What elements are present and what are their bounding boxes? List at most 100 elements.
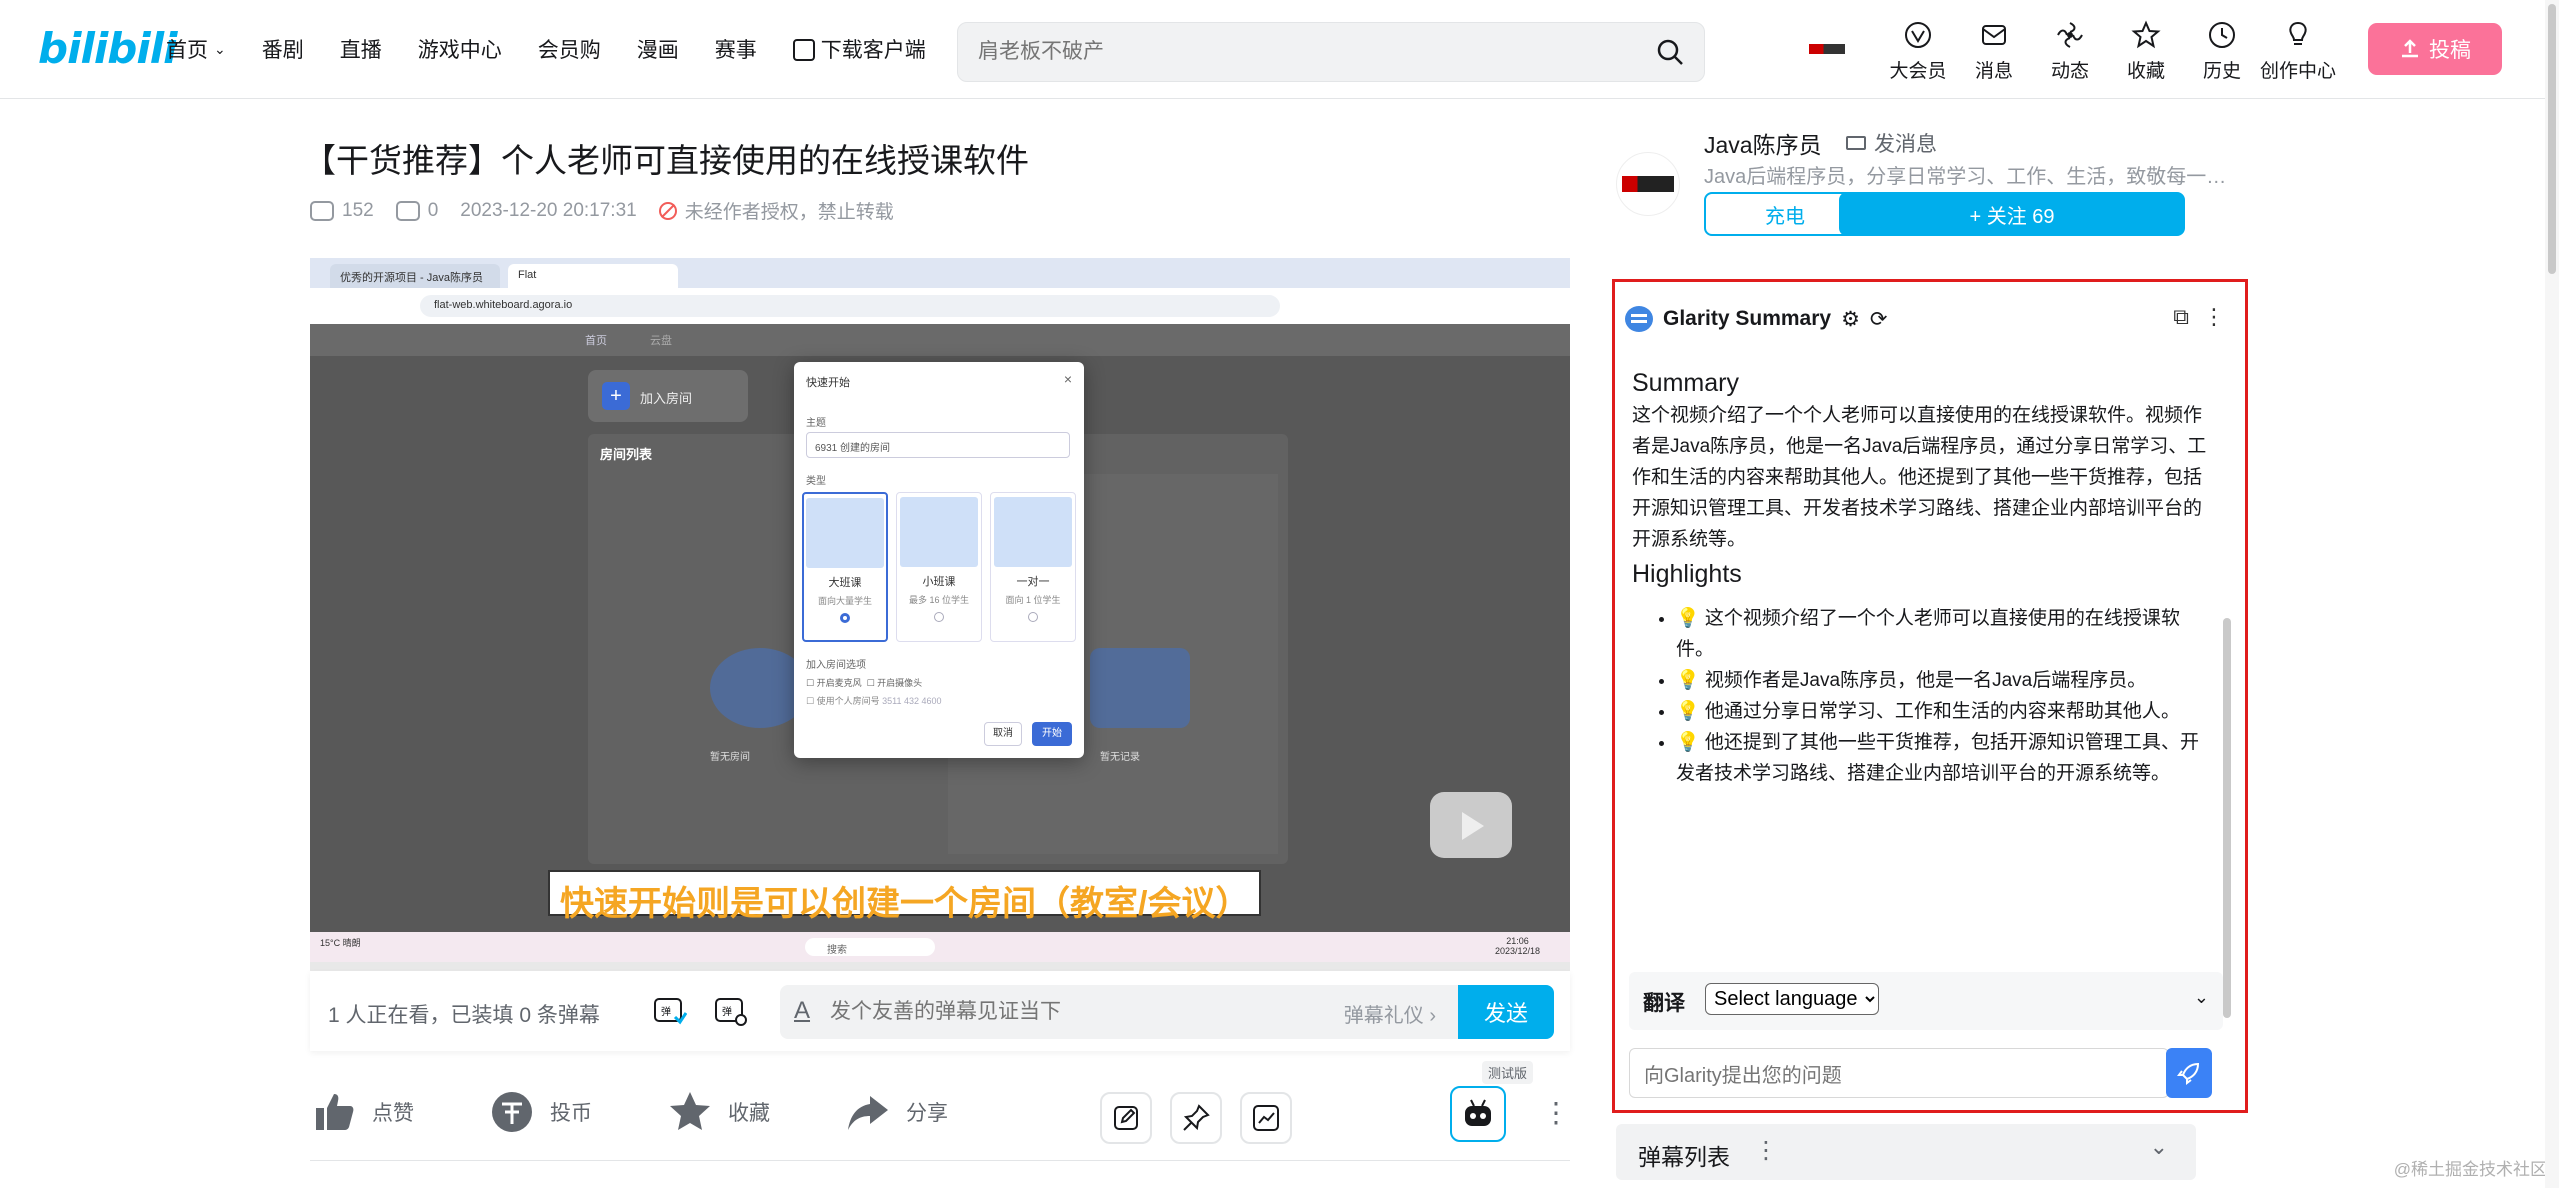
glarity-send-button[interactable] [2166, 1048, 2212, 1098]
glarity-scrollbar[interactable] [2223, 618, 2231, 1018]
radio-icon [934, 612, 944, 622]
watermark: @稀土掘金技术社区 [2393, 1160, 2547, 1179]
gear-icon[interactable]: ⚙ [1841, 307, 1860, 332]
highlight-item: 💡 视频作者是Java陈序员，他是一名Java后端程序员。 [1676, 665, 2212, 696]
header-vip[interactable]: 大会员 [1880, 20, 1956, 83]
header-vip-label: 大会员 [1889, 61, 1947, 82]
share-button[interactable]: 分享 [844, 1088, 948, 1136]
recorded-url: flat-web.whiteboard.agora.io [420, 295, 1280, 317]
uploader-name[interactable]: Java陈序员 [1704, 126, 1822, 160]
clock-time: 21:06 [1506, 936, 1529, 946]
nav-esports[interactable]: 赛事 [715, 34, 757, 64]
danmaku-count-icon [395, 200, 420, 221]
nav-chevron-icon[interactable]: ⌄ [214, 41, 226, 58]
recorded-empty-history: 暂无记录 [1100, 752, 1140, 763]
danmaku-toggle-icon[interactable]: 弹 [653, 995, 687, 1027]
download-label: 下载客户端 [820, 39, 926, 62]
clock-date: 2023/12/18 [1494, 946, 1540, 956]
like-button[interactable]: 点赞 [310, 1088, 414, 1136]
chevron-down-icon[interactable]: ⌄ [2194, 987, 2209, 1008]
video-frame: 优秀的开源项目 - Java陈序员 Flat flat-web.whiteboa… [310, 258, 1570, 971]
video-progress-bar[interactable] [310, 962, 1570, 971]
nav-game-center[interactable]: 游戏中心 [418, 34, 502, 64]
glarity-more-icon[interactable]: ⋮ [2203, 304, 2225, 330]
top-header: bilibili 首页 ⌄ 番剧 直播 游戏中心 会员购 漫画 赛事 下载客户端… [0, 0, 2559, 98]
dialog-topic-input: 6931 创建的房间 [806, 432, 1070, 458]
danmaku-settings-icon[interactable]: 弹 [714, 995, 748, 1027]
stats-button[interactable] [1240, 1092, 1292, 1144]
danmaku-list-header[interactable]: 弹幕列表 ⋮ ⌄ [1616, 1124, 2196, 1180]
user-avatar[interactable] [1806, 34, 1848, 64]
recorded-address-bar: flat-web.whiteboard.agora.io [310, 288, 1570, 324]
nav-manga[interactable]: 漫画 [637, 34, 679, 64]
recorded-add-room-label: 加入房间 [640, 391, 693, 406]
header-message[interactable]: 消息 [1956, 20, 2032, 83]
nav-anime[interactable]: 番剧 [262, 34, 304, 64]
dialog-checkboxes: ☐ 开启麦克风 ☐ 开启摄像头 [806, 678, 923, 688]
radio-icon [1028, 612, 1038, 622]
pin-icon [1183, 1104, 1210, 1131]
search-icon[interactable] [1656, 38, 1684, 66]
nav-live[interactable]: 直播 [340, 34, 382, 64]
search-input[interactable] [978, 37, 1618, 67]
option-name: 小班课 [922, 576, 956, 588]
danmaku-list-more-icon[interactable]: ⋮ [1754, 1136, 1778, 1165]
header-history[interactable]: 历史 [2184, 20, 2260, 83]
coin-button[interactable]: 投币 [488, 1088, 592, 1136]
video-subtitle: 快速开始则是可以创建一个房间（教室/会议） [548, 870, 1262, 923]
send-message-link[interactable]: 发消息 [1846, 128, 1937, 158]
glarity-tools: ⧉ ⋮ [2173, 304, 2225, 330]
trend-chart-icon [1253, 1105, 1279, 1131]
header-creator[interactable]: 创作中心 [2260, 20, 2336, 83]
download-icon [792, 39, 815, 61]
taskbar-clock: 21:06 2023/12/18 [1495, 936, 1540, 956]
bilibili-logo[interactable]: bilibili [38, 24, 178, 73]
text-style-icon[interactable]: A [794, 997, 810, 1025]
video-meta: 152 0 2023-12-20 20:17:31 未经作者授权，禁止转载 [310, 197, 894, 224]
weather-widget: 15°C 晴朗 [320, 938, 361, 948]
page-scrollbar[interactable] [2545, 0, 2559, 1188]
header-dynamic[interactable]: 动态 [2032, 20, 2108, 83]
translate-label: 翻译 [1643, 992, 1685, 1015]
rocket-icon [2177, 1062, 2200, 1085]
favorite-button[interactable]: 收藏 [666, 1088, 770, 1136]
personal-room-number: 3511 432 4600 [882, 696, 942, 706]
nav-mall[interactable]: 会员购 [538, 34, 601, 64]
svg-text:弹: 弹 [722, 1005, 732, 1018]
thumb-up-icon [316, 1094, 354, 1130]
nav-home[interactable]: 首页 [166, 34, 208, 64]
chevron-down-icon[interactable]: ⌄ [2150, 1134, 2168, 1160]
header-favorite[interactable]: 收藏 [2108, 20, 2184, 83]
summary-heading: Summary [1632, 369, 1739, 397]
more-options-icon[interactable]: ⋮ [1542, 1096, 1570, 1129]
dialog-join-label: 加入房间选项 [806, 660, 866, 671]
uploader-avatar[interactable] [1616, 152, 1680, 216]
glarity-ask-input[interactable] [1644, 1063, 2144, 1089]
danmaku-count: 0 [427, 199, 439, 221]
upload-button[interactable]: 投稿 [2368, 23, 2502, 75]
bilibili-tv-play-icon[interactable] [1430, 792, 1512, 858]
favorite-icon [2131, 20, 2161, 49]
note-button[interactable] [1100, 1092, 1152, 1144]
dialog-option-small-class: 小班课 最多 16 位学生 [896, 492, 982, 642]
recorded-room-list-label: 房间列表 [600, 447, 653, 462]
send-danmaku-button[interactable]: 发送 [1458, 985, 1554, 1039]
nav-download-client[interactable]: 下载客户端 [792, 34, 926, 64]
option-desc: 最多 16 位学生 [908, 595, 969, 605]
magnifier-illustration [1090, 648, 1190, 728]
glarity-content: Summary 这个视频介绍了一个个人老师可以直接使用的在线授课软件。视频作者是… [1632, 366, 2212, 789]
danmaku-etiquette-link[interactable]: 弹幕礼仪 › [1344, 999, 1436, 1028]
danmaku-input[interactable] [830, 997, 1270, 1027]
play-count-icon [310, 200, 334, 221]
pin-button[interactable] [1170, 1092, 1222, 1144]
language-select[interactable]: Select language [1705, 983, 1879, 1015]
dialog-type-label: 类型 [806, 476, 826, 487]
translate-row: 翻译 Select language ⌄ [1629, 972, 2223, 1030]
highlights-heading: Highlights [1632, 560, 1742, 588]
glarity-header: Glarity Summary ⚙ ⟳ [1625, 306, 1888, 332]
refresh-icon[interactable]: ⟳ [1870, 307, 1888, 332]
follow-button[interactable]: + 关注 69 [1839, 192, 2185, 236]
ai-assistant-button[interactable] [1450, 1086, 1506, 1142]
video-player[interactable]: 优秀的开源项目 - Java陈序员 Flat flat-web.whiteboa… [310, 258, 1570, 971]
copy-icon[interactable]: ⧉ [2173, 304, 2189, 330]
